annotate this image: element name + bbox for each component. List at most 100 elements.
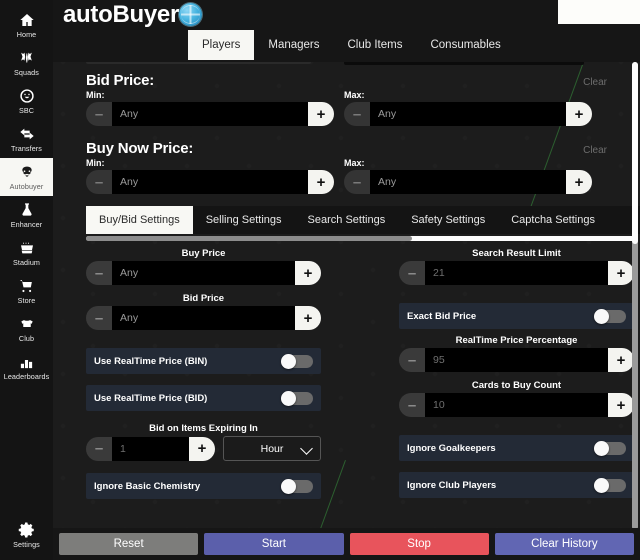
realtime-price-percentage-increment[interactable]: +: [608, 348, 634, 372]
sidebar-item-home[interactable]: Home: [0, 6, 53, 44]
use-realtime-price-bid-toggle[interactable]: [281, 390, 313, 406]
buy-now-max-input[interactable]: Any: [370, 170, 566, 194]
sidebar-item-transfers[interactable]: Transfers: [0, 120, 53, 158]
search-result-limit-input[interactable]: 21: [425, 261, 608, 285]
use-realtime-price-bid-row[interactable]: Use RealTime Price (BID): [86, 385, 321, 411]
start-button[interactable]: Start: [204, 533, 344, 555]
sidebar: Home Squads SBC Transfers Autobuyer Enha…: [0, 0, 53, 560]
sidebar-item-stadium[interactable]: Stadium: [0, 234, 53, 272]
buy-price-decrement[interactable]: –: [86, 261, 112, 285]
cards-to-buy-count-label: Cards to Buy Count: [471, 380, 562, 391]
clear-history-button[interactable]: Clear History: [494, 533, 634, 555]
bid-price-clear-link[interactable]: Clear: [583, 77, 607, 88]
buy-now-min-increment[interactable]: +: [308, 170, 334, 194]
bid-price-setting-input[interactable]: Any: [112, 306, 295, 330]
cards-to-buy-count-stepper: – 10 +: [399, 393, 634, 417]
buy-price-input[interactable]: Any: [112, 261, 295, 285]
ignore-goalkeepers-row[interactable]: Ignore Goalkeepers: [399, 435, 634, 461]
tab-buy-bid-settings[interactable]: Buy/Bid Settings: [86, 206, 193, 234]
bid-price-max-increment[interactable]: +: [566, 102, 592, 126]
tab-captcha-settings[interactable]: Captcha Settings: [498, 206, 608, 234]
leaderboards-icon: [18, 354, 36, 371]
bid-price-title: Bid Price:: [86, 72, 155, 89]
bid-expiring-increment[interactable]: +: [189, 436, 215, 461]
buy-now-min-label: Min:: [86, 158, 105, 168]
ignore-club-players-toggle[interactable]: [594, 477, 626, 493]
bid-price-min-increment[interactable]: +: [308, 102, 334, 126]
stop-button[interactable]: Stop: [349, 533, 489, 555]
bid-price-max-group: Clear Max: – Any +: [344, 77, 607, 126]
settings-tabs: Buy/Bid Settings Selling Settings Search…: [86, 206, 640, 234]
bid-price-setting-label: Bid Price: [182, 293, 225, 304]
buy-now-max-increment[interactable]: +: [566, 170, 592, 194]
tab-managers[interactable]: Managers: [254, 30, 333, 60]
sidebar-item-label: Enhancer: [10, 219, 43, 229]
sidebar-item-leaderboards[interactable]: Leaderboards: [0, 348, 53, 386]
tab-players[interactable]: Players: [188, 30, 255, 60]
ignore-basic-chemistry-label: Ignore Basic Chemistry: [94, 480, 201, 492]
search-result-limit-increment[interactable]: +: [608, 261, 634, 285]
sidebar-item-club[interactable]: Club: [0, 310, 53, 348]
page-scrollbar[interactable]: [632, 62, 638, 530]
globe-icon[interactable]: [179, 3, 202, 26]
cards-to-buy-count-field: Cards to Buy Count – 10 +: [399, 379, 634, 417]
sidebar-item-enhancer[interactable]: Enhancer: [0, 196, 53, 234]
tab-search-settings[interactable]: Search Settings: [295, 206, 399, 234]
autobuyer-app: Home Squads SBC Transfers Autobuyer Enha…: [0, 0, 640, 560]
tab-selling-settings[interactable]: Selling Settings: [193, 206, 295, 234]
exact-bid-price-row[interactable]: Exact Bid Price: [399, 303, 634, 329]
buy-price-label: Buy Price: [181, 248, 226, 259]
realtime-price-percentage-stepper: – 95 +: [399, 348, 634, 372]
sidebar-item-sbc[interactable]: SBC: [0, 82, 53, 120]
bid-price-max-input[interactable]: Any: [370, 102, 566, 126]
realtime-price-percentage-decrement[interactable]: –: [399, 348, 425, 372]
cards-to-buy-count-increment[interactable]: +: [608, 393, 634, 417]
buy-now-price-row: Min: – Any + Clear Max: – Any +: [53, 145, 640, 196]
tab-consumables[interactable]: Consumables: [416, 30, 514, 60]
reset-button[interactable]: Reset: [59, 533, 199, 555]
ignore-basic-chemistry-toggle[interactable]: [281, 478, 313, 494]
settings-tabs-scrollbar[interactable]: [86, 236, 638, 241]
use-realtime-price-bin-toggle[interactable]: [281, 353, 313, 369]
sidebar-item-autobuyer[interactable]: Autobuyer: [0, 158, 53, 196]
sidebar-item-settings[interactable]: Settings: [0, 516, 53, 554]
exact-bid-price-toggle[interactable]: [594, 308, 626, 324]
ignore-goalkeepers-toggle[interactable]: [594, 440, 626, 456]
ignore-basic-chemistry-row[interactable]: Ignore Basic Chemistry: [86, 473, 321, 499]
page-scrollbar-thumb[interactable]: [632, 62, 638, 244]
tab-safety-settings[interactable]: Safety Settings: [398, 206, 498, 234]
bid-price-min-decrement[interactable]: –: [86, 102, 112, 126]
bid-expiring-unit-select[interactable]: Hour: [223, 436, 321, 461]
buy-now-max-decrement[interactable]: –: [344, 170, 370, 194]
buy-now-clear-link[interactable]: Clear: [583, 145, 607, 156]
search-result-limit-decrement[interactable]: –: [399, 261, 425, 285]
sidebar-item-squads[interactable]: Squads: [0, 44, 53, 82]
sidebar-item-label: Home: [16, 29, 37, 39]
sidebar-item-store[interactable]: Store: [0, 272, 53, 310]
bid-expiring-input[interactable]: 1: [112, 436, 189, 461]
chevron-down-icon: [300, 442, 313, 455]
sidebar-item-label: Club: [18, 333, 35, 343]
bid-price-min-input[interactable]: Any: [112, 102, 308, 126]
cards-to-buy-count-input[interactable]: 10: [425, 393, 608, 417]
settings-tabs-scroll-thumb[interactable]: [86, 236, 412, 241]
buy-now-min-group: Min: – Any +: [86, 158, 334, 194]
club-icon: [18, 316, 36, 333]
bid-price-setting-increment[interactable]: +: [295, 306, 321, 330]
price-filters: Bid Price: Min: – Any + Clear Max: – Any: [53, 72, 640, 196]
ignore-club-players-row[interactable]: Ignore Club Players: [399, 472, 634, 498]
use-realtime-price-bin-row[interactable]: Use RealTime Price (BIN): [86, 348, 321, 374]
bid-expiring-label: Bid on Items Expiring In: [149, 423, 258, 434]
buy-now-min-decrement[interactable]: –: [86, 170, 112, 194]
bid-expiring-decrement[interactable]: –: [86, 436, 112, 461]
exact-bid-price-label: Exact Bid Price: [407, 310, 477, 322]
cards-to-buy-count-decrement[interactable]: –: [399, 393, 425, 417]
realtime-price-percentage-input[interactable]: 95: [425, 348, 608, 372]
tab-club-items[interactable]: Club Items: [334, 30, 417, 60]
bid-price-max-label: Max:: [344, 90, 365, 100]
bid-price-max-decrement[interactable]: –: [344, 102, 370, 126]
buy-price-field: Buy Price – Any +: [86, 247, 321, 285]
buy-price-increment[interactable]: +: [295, 261, 321, 285]
bid-price-setting-decrement[interactable]: –: [86, 306, 112, 330]
buy-now-min-input[interactable]: Any: [112, 170, 308, 194]
